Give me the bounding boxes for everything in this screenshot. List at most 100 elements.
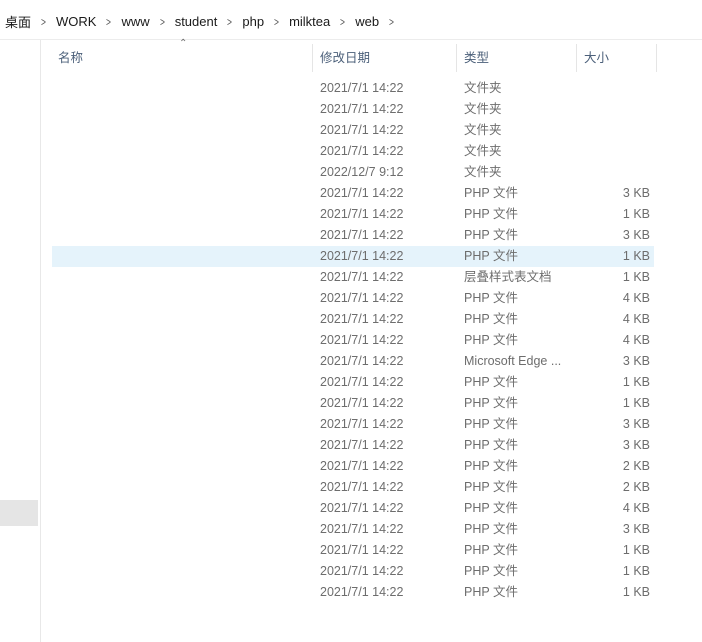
file-size: 3 KB [622, 522, 650, 536]
file-row[interactable]: </>news.php2021/7/1 14:22PHP 文件2 KB [52, 477, 654, 498]
file-date: 2021/7/1 14:22 [320, 207, 404, 221]
column-header-date[interactable]: 修改日期 [312, 44, 456, 72]
file-date: 2021/7/1 14:22 [320, 585, 404, 599]
file-row[interactable]: .idea2021/7/1 14:22文件夹 [52, 78, 654, 99]
file-type: PHP 文件 [464, 375, 518, 389]
chevron-right-icon[interactable]: > [227, 15, 232, 29]
breadcrumb-item-www[interactable]: www [122, 14, 150, 29]
file-row[interactable]: includes2021/7/1 14:22文件夹 [52, 120, 654, 141]
file-type: PHP 文件 [464, 501, 518, 515]
file-row[interactable]: </>admin.php2021/7/1 14:22PHP 文件3 KB [52, 225, 654, 246]
file-date: 2022/12/7 9:12 [320, 165, 404, 179]
file-date: 2021/7/1 14:22 [320, 228, 404, 242]
file-size: 3 KB [622, 228, 650, 242]
file-row[interactable]: </>regdo.php2021/7/1 14:22PHP 文件1 KB [52, 540, 654, 561]
file-type: 文件夹 [464, 165, 502, 179]
chevron-right-icon[interactable]: > [389, 15, 394, 29]
breadcrumb-item-milktea[interactable]: milktea [289, 14, 330, 29]
file-date: 2021/7/1 14:22 [320, 123, 404, 137]
file-date: 2021/7/1 14:22 [320, 480, 404, 494]
file-row[interactable]: 数据库2022/12/7 9:12文件夹 [52, 162, 654, 183]
column-header-size[interactable]: 大小 [576, 44, 656, 72]
file-date: 2021/7/1 14:22 [320, 249, 404, 263]
file-row[interactable]: </>reg.php2021/7/1 14:22PHP 文件3 KB [52, 519, 654, 540]
file-date: 2021/7/1 14:22 [320, 375, 404, 389]
file-type: PHP 文件 [464, 228, 518, 242]
chevron-right-icon[interactable]: > [41, 15, 46, 29]
file-row[interactable]: style2021/7/1 14:22文件夹 [52, 141, 654, 162]
file-size: 1 KB [622, 375, 650, 389]
column-header-name[interactable]: 名称 [50, 44, 312, 72]
file-size: 1 KB [622, 396, 650, 410]
file-date: 2021/7/1 14:22 [320, 291, 404, 305]
file-type: PHP 文件 [464, 186, 518, 200]
file-type: PHP 文件 [464, 249, 518, 263]
file-type: PHP 文件 [464, 543, 518, 557]
file-row[interactable]: </>index.php2021/7/1 14:22PHP 文件4 KB [52, 330, 654, 351]
breadcrumb-item-student[interactable]: student [175, 14, 218, 29]
file-date: 2021/7/1 14:22 [320, 102, 404, 116]
file-row[interactable]: </>logindo.php2021/7/1 14:22PHP 文件1 KB [52, 372, 654, 393]
file-row[interactable]: jj.html2021/7/1 14:22Microsoft Edge ...3… [52, 351, 654, 372]
file-type: PHP 文件 [464, 417, 518, 431]
file-date: 2021/7/1 14:22 [320, 333, 404, 347]
address-bar[interactable]: 桌面 > WORK > www > student > php > milktea > we… [0, 0, 702, 40]
file-date: 2021/7/1 14:22 [320, 564, 404, 578]
file-row[interactable]: css.css2021/7/1 14:22层叠样式表文档1 KB [52, 267, 654, 288]
file-date: 2021/7/1 14:22 [320, 186, 404, 200]
breadcrumb-item-work[interactable]: WORK [56, 14, 96, 29]
file-type: PHP 文件 [464, 459, 518, 473]
file-size: 4 KB [622, 291, 650, 305]
chevron-right-icon[interactable]: > [107, 15, 112, 29]
navigation-pane[interactable] [0, 40, 41, 642]
file-type: PHP 文件 [464, 564, 518, 578]
file-size: 1 KB [622, 270, 650, 284]
breadcrumb-item-desktop[interactable]: 桌面 [5, 12, 31, 31]
file-row[interactable]: </>mannote.php2021/7/1 14:22PHP 文件3 KB [52, 435, 654, 456]
chevron-right-icon[interactable]: > [274, 15, 279, 29]
file-type: 文件夹 [464, 123, 502, 137]
file-type: 文件夹 [464, 102, 502, 116]
file-row[interactable]: </>note.php2021/7/1 14:22PHP 文件4 KB [52, 498, 654, 519]
file-date: 2021/7/1 14:22 [320, 396, 404, 410]
file-date: 2021/7/1 14:22 [320, 144, 404, 158]
file-size: 1 KB [622, 564, 650, 578]
file-size: 2 KB [622, 480, 650, 494]
file-date: 2021/7/1 14:22 [320, 459, 404, 473]
file-row[interactable]: </>rel.func.php2021/7/1 14:22PHP 文件1 KB [52, 561, 654, 582]
file-type: PHP 文件 [464, 522, 518, 536]
file-row[interactable]: </>new.php2021/7/1 14:22PHP 文件2 KB [52, 456, 654, 477]
column-divider[interactable] [656, 44, 657, 72]
breadcrumb: 桌面 > WORK > www > student > php > milktea > we… [5, 12, 404, 31]
file-size: 3 KB [622, 186, 650, 200]
file-type: PHP 文件 [464, 207, 518, 221]
chevron-right-icon[interactable]: > [160, 15, 165, 29]
file-size: 2 KB [622, 459, 650, 473]
file-size: 1 KB [622, 543, 650, 557]
file-row[interactable]: img2021/7/1 14:22文件夹 [52, 99, 654, 120]
file-row[interactable]: </>logout.php2021/7/1 14:22PHP 文件1 KB [52, 393, 654, 414]
navigation-selected-item[interactable] [0, 500, 38, 526]
file-type: PHP 文件 [464, 312, 518, 326]
chevron-right-icon[interactable]: > [340, 15, 345, 29]
file-size: 3 KB [622, 417, 650, 431]
column-header-type[interactable]: 类型 [456, 44, 576, 72]
file-size: 3 KB [622, 354, 650, 368]
breadcrumb-item-web[interactable]: web [355, 14, 379, 29]
breadcrumb-item-php[interactable]: php [242, 14, 264, 29]
file-type: PHP 文件 [464, 480, 518, 494]
file-type: PHP 文件 [464, 585, 518, 599]
file-list: .idea2021/7/1 14:22文件夹img2021/7/1 14:22文… [52, 78, 654, 603]
file-size: 1 KB [622, 585, 650, 599]
file-size: 1 KB [622, 207, 650, 221]
file-row[interactable]: </>userlogindo.php2021/7/1 14:22PHP 文件1 … [52, 582, 654, 603]
file-type: PHP 文件 [464, 438, 518, 452]
file-row[interactable]: </>addnewdo.php2021/7/1 14:22PHP 文件1 KB [52, 204, 654, 225]
file-size: 1 KB [622, 249, 650, 263]
file-type: 文件夹 [464, 81, 502, 95]
file-row[interactable]: </>edit.php2021/7/1 14:22PHP 文件4 KB [52, 288, 654, 309]
file-row[interactable]: </>addnew.php2021/7/1 14:22PHP 文件3 KB [52, 183, 654, 204]
file-row[interactable]: </>conn.php2021/7/1 14:22PHP 文件1 KB [52, 246, 654, 267]
file-row[interactable]: </>mannews.php2021/7/1 14:22PHP 文件3 KB [52, 414, 654, 435]
file-row[interactable]: </>editnote.php2021/7/1 14:22PHP 文件4 KB [52, 309, 654, 330]
